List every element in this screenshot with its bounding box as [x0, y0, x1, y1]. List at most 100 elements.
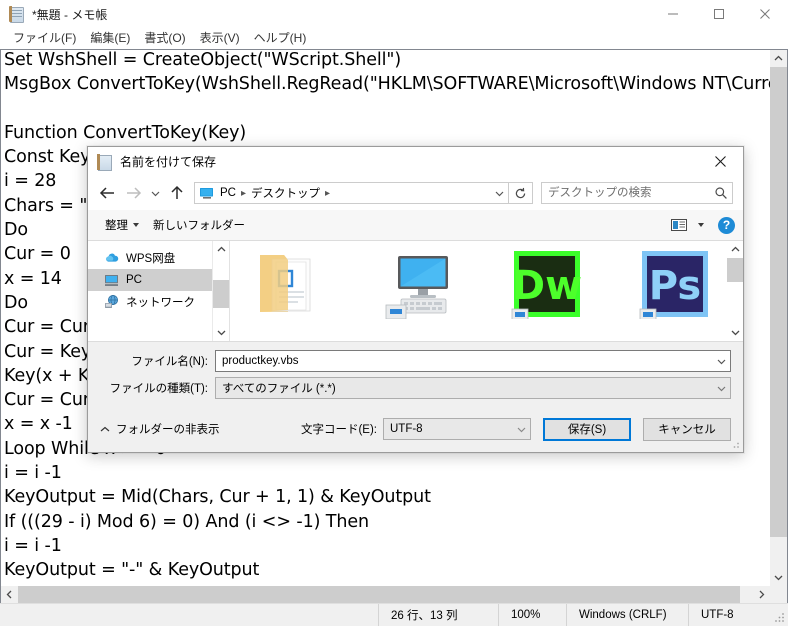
refresh-icon[interactable] [509, 182, 533, 204]
editor-hscroll-thumb[interactable] [18, 586, 740, 603]
scroll-up-icon[interactable] [770, 50, 787, 67]
address-dropdown-chevron-down-icon[interactable] [490, 183, 508, 203]
file-list[interactable]: Dw Ps [229, 241, 743, 341]
close-button[interactable] [742, 0, 788, 28]
cancel-button[interactable]: キャンセル [643, 417, 731, 441]
menu-format[interactable]: 書式(O) [137, 29, 192, 48]
organize-label: 整理 [105, 220, 128, 232]
minimize-button[interactable] [650, 0, 696, 28]
nav-item-pc[interactable]: PC [88, 269, 212, 291]
filetype-row: ファイルの種類(T): すべてのファイル (*.*) [100, 377, 731, 399]
dialog-close-button[interactable] [698, 147, 743, 176]
navigation-pane: WPS网盘 PC ネットワーク [88, 241, 229, 341]
nav-item-label: ネットワーク [126, 297, 195, 309]
filelist-scroll-thumb[interactable] [727, 258, 743, 282]
navpane-scroll-track[interactable] [213, 258, 229, 324]
organize-button[interactable]: 整理 [98, 214, 146, 236]
svg-text:Ps: Ps [649, 263, 701, 309]
resize-grip-icon[interactable] [774, 612, 786, 624]
view-dropdown-button[interactable] [689, 220, 708, 230]
scroll-left-icon[interactable] [1, 586, 18, 603]
filetype-label: ファイルの種類(T): [109, 383, 208, 395]
back-arrow-icon[interactable] [94, 180, 120, 206]
network-icon [104, 294, 120, 310]
breadcrumb-separator-icon: ▸ [325, 187, 331, 199]
chevron-down-icon[interactable] [713, 351, 730, 371]
svg-text:Dw: Dw [512, 263, 582, 309]
nav-item-label: PC [126, 274, 142, 286]
menu-file[interactable]: ファイル(F) [6, 29, 83, 48]
chevron-up-icon [100, 426, 110, 433]
hide-folders-toggle[interactable]: フォルダーの非表示 [100, 421, 220, 437]
breadcrumb-desktop[interactable]: デスクトップ [249, 185, 322, 201]
nav-item-label: WPS网盘 [126, 253, 176, 265]
help-button[interactable]: ? [718, 216, 735, 234]
cloud-icon [104, 250, 120, 266]
dialog-content: WPS网盘 PC ネットワーク Dw Ps [88, 241, 743, 342]
encoding-value: UTF-8 [390, 423, 423, 435]
hide-folders-label: フォルダーの非表示 [116, 424, 220, 436]
dialog-resize-grip-icon[interactable] [729, 438, 740, 449]
save-as-dialog: 名前を付けて保存 PC ▸ デスクトップ ▸ デスクトップの検索 整理 新しいフ… [87, 146, 744, 453]
forward-arrow-icon[interactable] [120, 180, 146, 206]
status-zoom: 100% [498, 604, 566, 626]
filename-input[interactable]: productkey.vbs [215, 350, 731, 372]
dialog-fields: ファイル名(N): productkey.vbs ファイルの種類(T): すべて… [88, 342, 743, 406]
editor-scroll-thumb[interactable] [770, 67, 787, 537]
editor-horizontal-scrollbar[interactable] [0, 586, 788, 603]
editor-hscroll-track[interactable] [18, 586, 753, 603]
new-folder-button[interactable]: 新しいフォルダー [146, 214, 252, 236]
filelist-scroll-down-icon[interactable] [727, 324, 743, 341]
navpane-scroll-thumb[interactable] [213, 280, 229, 308]
editor-scroll-track[interactable] [770, 67, 787, 569]
dialog-navigation-bar: PC ▸ デスクトップ ▸ [88, 176, 743, 210]
nav-item-wps-cloud[interactable]: WPS网盘 [88, 247, 212, 269]
this-pc-icon [104, 272, 120, 288]
chevron-down-icon[interactable] [713, 378, 730, 398]
filelist-scrollbar[interactable] [727, 241, 743, 341]
notepad-titlebar: *無題 - メモ帳 [0, 0, 788, 28]
maximize-button[interactable] [696, 0, 742, 28]
dialog-titlebar: 名前を付けて保存 [88, 147, 743, 176]
up-arrow-icon[interactable] [164, 180, 190, 206]
filename-value: productkey.vbs [222, 355, 299, 367]
filelist-scroll-up-icon[interactable] [727, 241, 743, 258]
navpane-scroll-down-icon[interactable] [213, 324, 229, 341]
file-item-dreamweaver[interactable]: Dw [508, 247, 586, 325]
scroll-down-icon[interactable] [770, 569, 787, 586]
scrollbar-corner [770, 586, 787, 603]
navpane-scrollbar[interactable] [212, 241, 229, 341]
dialog-toolbar: 整理 新しいフォルダー ? [88, 210, 743, 241]
filelist-scroll-track[interactable] [727, 258, 743, 324]
file-item-photoshop[interactable]: Ps [636, 247, 714, 325]
menu-edit[interactable]: 編集(E) [83, 29, 137, 48]
search-box[interactable] [541, 182, 733, 204]
menu-help[interactable]: ヘルプ(H) [247, 29, 314, 48]
window-title: *無題 - メモ帳 [32, 7, 108, 22]
scroll-right-icon[interactable] [753, 586, 770, 603]
navigation-pane-list: WPS网盘 PC ネットワーク [88, 241, 212, 341]
recent-locations-chevron-down-icon[interactable] [146, 180, 164, 206]
filetype-select[interactable]: すべてのファイル (*.*) [215, 377, 731, 399]
nav-item-network[interactable]: ネットワーク [88, 291, 212, 313]
file-list-row: Dw Ps [230, 241, 743, 325]
status-line-ending: Windows (CRLF) [566, 604, 688, 626]
file-item-documents-folder[interactable] [252, 247, 330, 325]
search-input[interactable] [542, 186, 710, 200]
menu-view[interactable]: 表示(V) [193, 29, 247, 48]
view-layout-icon[interactable] [669, 215, 689, 235]
status-encoding: UTF-8 [688, 604, 788, 626]
editor-vertical-scrollbar[interactable] [770, 49, 788, 586]
window-controls [650, 0, 788, 28]
save-button[interactable]: 保存(S) [543, 417, 631, 441]
file-item-this-pc[interactable] [380, 247, 458, 325]
navpane-scroll-up-icon[interactable] [213, 241, 229, 258]
chevron-down-icon [698, 223, 704, 227]
chevron-down-icon[interactable] [513, 426, 530, 433]
breadcrumb-separator-icon: ▸ [240, 187, 247, 199]
dialog-footer: フォルダーの非表示 文字コード(E): UTF-8 保存(S) キャンセル [88, 406, 743, 452]
this-pc-icon [199, 185, 215, 201]
encoding-select[interactable]: UTF-8 [383, 418, 531, 440]
breadcrumb-pc[interactable]: PC [218, 187, 238, 199]
address-bar[interactable]: PC ▸ デスクトップ ▸ [194, 182, 509, 204]
